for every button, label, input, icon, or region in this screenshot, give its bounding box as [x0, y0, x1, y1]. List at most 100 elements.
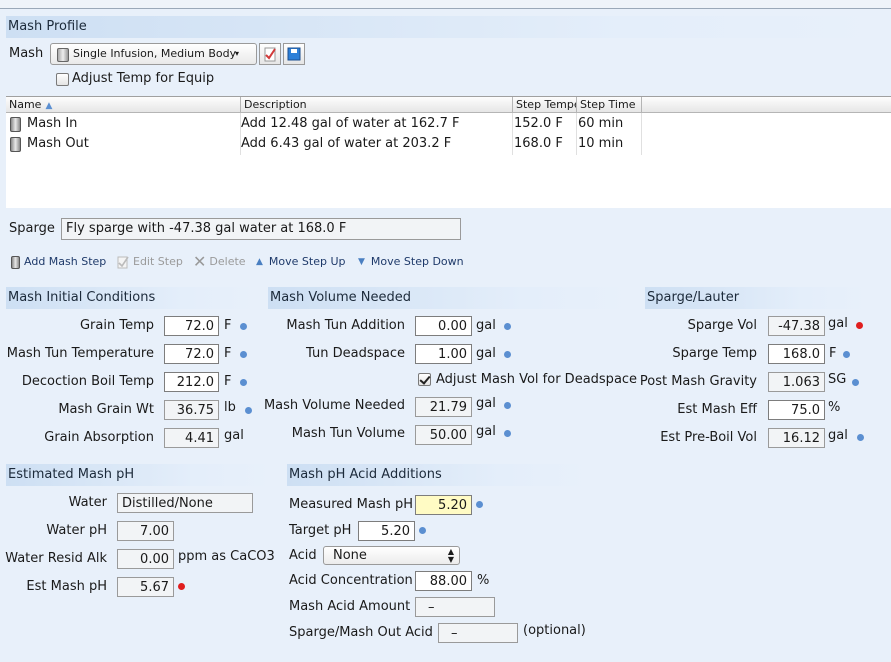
decoction-temp-unit: F [224, 374, 232, 389]
info-dot-icon[interactable] [857, 434, 864, 441]
mash-step-icon [10, 137, 21, 152]
step-time: 10 min [578, 136, 624, 151]
column-header-name[interactable]: Name ▲ [6, 97, 241, 113]
mash-profile-dropdown[interactable]: Single Infusion, Medium Body ▾ [50, 43, 257, 65]
est-ph-field: 5.67 [117, 577, 174, 597]
warning-dot-icon[interactable] [856, 322, 863, 329]
info-dot-icon[interactable] [245, 407, 252, 414]
deadspace-input[interactable]: 1.00 [415, 344, 472, 364]
mash-step-icon [10, 117, 21, 132]
warning-dot-icon[interactable] [178, 583, 185, 590]
triangle-up-icon: ▲ [256, 257, 263, 267]
decoction-temp-input[interactable]: 212.0 [164, 372, 219, 392]
tun-volume-unit: gal [476, 424, 496, 439]
step-description: Add 6.43 gal of water at 203.2 F [241, 136, 452, 151]
sparge-acid-note: (optional) [523, 623, 586, 638]
info-dot-icon[interactable] [240, 379, 247, 386]
section-sparge-lauter: Sparge/Lauter [645, 287, 870, 309]
step-temp: 152.0 F [514, 116, 563, 131]
add-mash-step-button[interactable]: Add Mash Step [11, 255, 106, 269]
resid-alk-field: 0.00 [117, 549, 174, 569]
sparge-vol-unit: gal [828, 316, 848, 331]
section-volume-needed: Mash Volume Needed [268, 287, 635, 309]
grain-temp-label: Grain Temp [79, 318, 154, 333]
step-name: Mash In [27, 116, 78, 131]
save-icon [287, 47, 301, 61]
grain-temp-unit: F [224, 318, 232, 333]
sparge-acid-label: Sparge/Mash Out Acid [289, 625, 433, 640]
column-header-step-temp[interactable]: Step Temperature [513, 97, 577, 113]
deadspace-unit: gal [476, 346, 496, 361]
move-step-up-button[interactable]: ▲ Move Step Up [256, 255, 346, 269]
edit-step-button[interactable]: Edit Step [117, 255, 183, 269]
column-header-step-time[interactable]: Step Time [577, 97, 642, 113]
info-dot-icon[interactable] [504, 351, 511, 358]
info-dot-icon[interactable] [419, 527, 426, 534]
post-gravity-field: 1.063 [768, 372, 825, 392]
mash-eff-input[interactable]: 75.0 [768, 400, 825, 420]
grain-wt-unit: lb [224, 400, 236, 415]
mash-profile-value: Single Infusion, Medium Body [73, 47, 237, 60]
info-dot-icon[interactable] [476, 501, 483, 508]
move-step-down-button[interactable]: ▼ Move Step Down [358, 255, 464, 269]
sparge-temp-input[interactable]: 168.0 [768, 344, 825, 364]
mash-label: Mash [9, 46, 44, 61]
deadspace-label: Tun Deadspace [306, 346, 405, 361]
tun-temp-label: Mash Tun Temperature [6, 346, 154, 361]
grain-wt-field: 36.75 [164, 400, 219, 420]
info-dot-icon[interactable] [240, 351, 247, 358]
save-profile-button[interactable] [283, 43, 305, 65]
target-ph-input[interactable]: 5.20 [358, 521, 415, 541]
sparge-label: Sparge [9, 221, 55, 236]
adjust-vol-deadspace-checkbox[interactable] [418, 373, 431, 386]
checklist-icon [264, 47, 276, 62]
column-header-description[interactable]: Description [241, 97, 513, 113]
adjust-temp-checkbox[interactable] [56, 73, 69, 86]
info-dot-icon[interactable] [504, 402, 511, 409]
acid-concentration-label: Acid Concentration [289, 573, 413, 588]
water-ph-label: Water pH [46, 523, 107, 538]
tun-volume-field: 50.00 [415, 425, 472, 445]
acid-select-value: None [333, 548, 367, 563]
top-border [0, 0, 891, 9]
grain-wt-label: Mash Grain Wt [58, 402, 154, 417]
tun-addition-unit: gal [476, 318, 496, 333]
mash-acid-amount-field: – [415, 597, 495, 617]
vol-needed-unit: gal [476, 396, 496, 411]
info-dot-icon[interactable] [852, 379, 859, 386]
mash-steps-table[interactable]: Name▲ Description Step Temperature Step … [6, 96, 891, 208]
tun-temp-input[interactable]: 72.0 [164, 344, 219, 364]
acid-label: Acid [289, 548, 317, 563]
delete-step-button[interactable]: ✕ Delete [193, 254, 246, 270]
acid-select[interactable]: None ▲ ▼ [323, 546, 460, 565]
grain-temp-input[interactable]: 72.0 [164, 316, 219, 336]
step-temp: 168.0 F [514, 136, 563, 151]
section-mash-profile: Mash Profile [6, 16, 891, 38]
column-divider [512, 113, 513, 155]
info-dot-icon[interactable] [843, 351, 850, 358]
tun-addition-input[interactable]: 0.00 [415, 316, 472, 336]
acid-concentration-input[interactable]: 88.00 [415, 571, 472, 591]
tun-addition-label: Mash Tun Addition [286, 318, 405, 333]
info-dot-icon[interactable] [240, 323, 247, 330]
checklist-icon [117, 255, 130, 269]
absorption-unit: gal [224, 428, 244, 443]
sparge-temp-unit: F [829, 346, 837, 361]
mash-eff-label: Est Mash Eff [677, 402, 757, 417]
step-description: Add 12.48 gal of water at 162.7 F [241, 116, 460, 131]
info-dot-icon[interactable] [504, 430, 511, 437]
sparge-summary-field: Fly sparge with -47.38 gal water at 168.… [61, 218, 461, 240]
absorption-field: 4.41 [164, 428, 219, 448]
mash-acid-amount-label: Mash Acid Amount [289, 599, 411, 614]
info-dot-icon[interactable] [504, 323, 511, 330]
mash-step-icon [11, 255, 20, 269]
adjust-vol-deadspace-label: Adjust Mash Vol for Deadspace [436, 372, 638, 387]
target-ph-label: Target pH [289, 523, 352, 538]
sparge-vol-label: Sparge Vol [687, 318, 757, 333]
section-initial-conditions: Mash Initial Conditions [6, 287, 260, 309]
edit-profile-button[interactable] [259, 43, 281, 65]
decoction-temp-label: Decoction Boil Temp [21, 374, 154, 389]
step-time: 60 min [578, 116, 624, 131]
triangle-down-icon: ▼ [358, 257, 365, 267]
measured-ph-input[interactable]: 5.20 [415, 495, 472, 515]
